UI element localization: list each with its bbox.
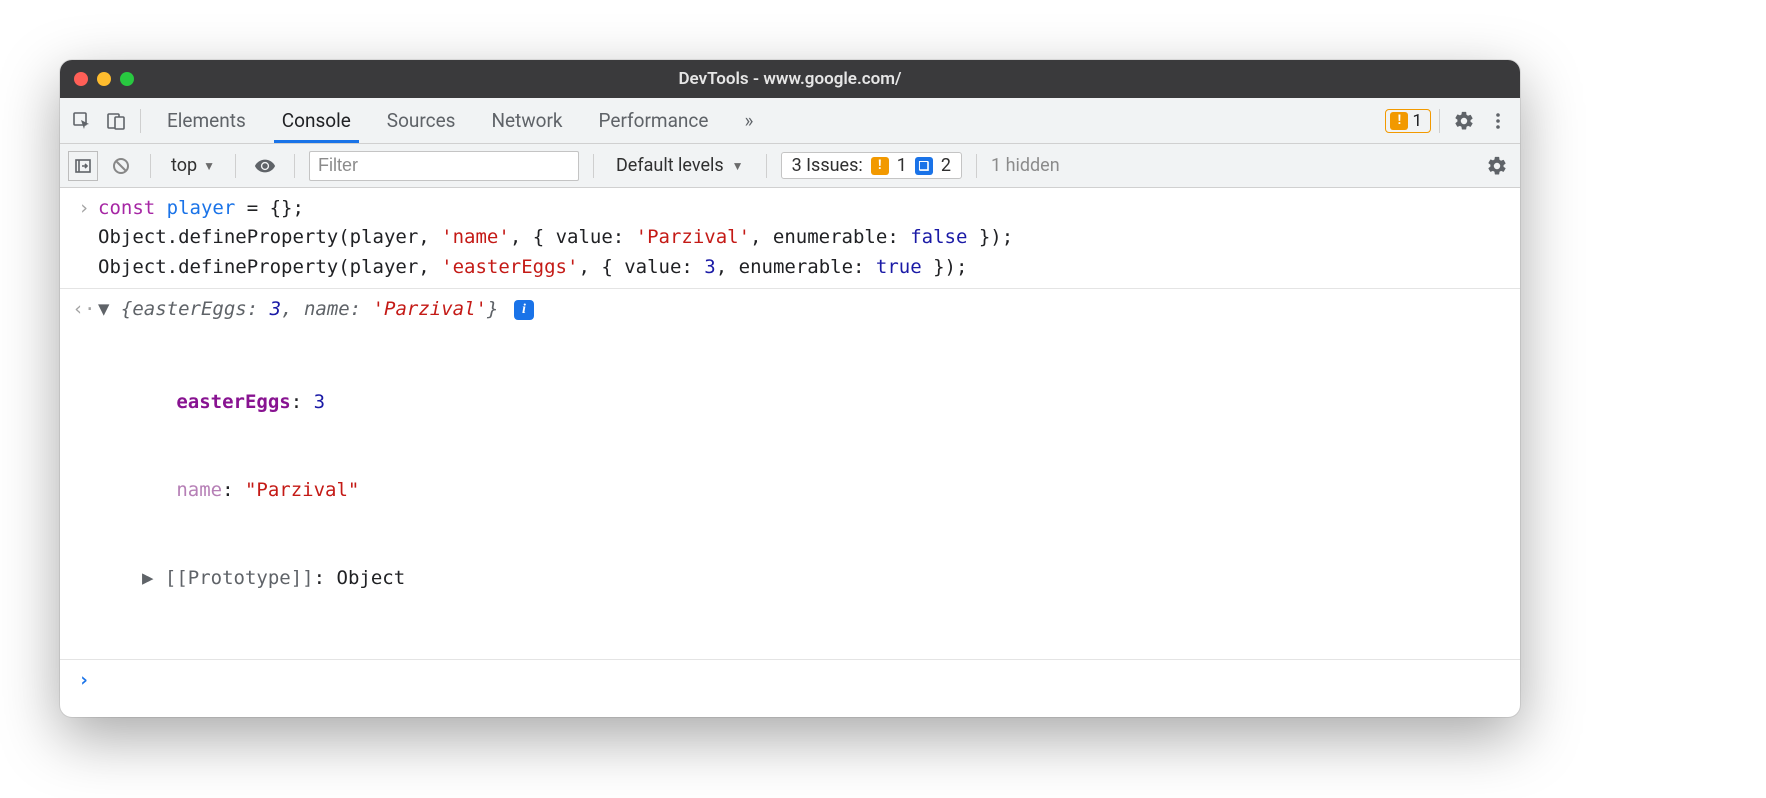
console-input[interactable]: [98, 666, 1510, 695]
tab-performance[interactable]: Performance: [581, 98, 727, 143]
console-result-row: ‹· ▼ {easterEggs: 3, name: 'Parzival'} i: [60, 293, 1520, 326]
property-row[interactable]: easterEggs: 3: [142, 388, 1510, 417]
divider: [140, 109, 141, 133]
traffic-lights: [74, 72, 134, 86]
console-prompt-row[interactable]: ›: [60, 664, 1520, 697]
warnings-badge[interactable]: ! 1: [1385, 109, 1431, 133]
code-block[interactable]: const player = {}; Object.defineProperty…: [98, 194, 1510, 282]
disclosure-triangle-icon[interactable]: ▶: [142, 567, 165, 589]
chevron-down-icon: ▼: [732, 159, 744, 173]
property-row[interactable]: name: "Parzival": [142, 476, 1510, 505]
issues-button[interactable]: 3 Issues: ! 1 ❏ 2: [781, 152, 962, 179]
tab-network[interactable]: Network: [473, 98, 580, 143]
context-selector[interactable]: top ▼: [165, 153, 221, 178]
console-settings-icon[interactable]: [1482, 151, 1512, 181]
divider: [593, 154, 594, 178]
minimize-window-button[interactable]: [97, 72, 111, 86]
live-expression-icon[interactable]: [250, 151, 280, 181]
devtools-window: DevTools - www.google.com/ Elements Cons…: [60, 60, 1520, 717]
context-label: top: [171, 155, 197, 176]
result-icon: ‹·: [70, 295, 98, 324]
issues-info-count: 2: [941, 155, 951, 176]
settings-icon[interactable]: [1448, 105, 1480, 137]
divider: [294, 154, 295, 178]
zoom-window-button[interactable]: [120, 72, 134, 86]
hidden-count: 1 hidden: [991, 155, 1060, 176]
warning-icon: !: [1390, 112, 1408, 130]
tab-sources[interactable]: Sources: [369, 98, 474, 143]
disclosure-triangle-icon[interactable]: ▼: [98, 298, 121, 320]
issues-label: 3 Issues:: [792, 155, 863, 176]
more-tabs-button[interactable]: »: [726, 98, 771, 143]
clear-console-icon[interactable]: [106, 151, 136, 181]
toggle-console-sidebar-icon[interactable]: [68, 151, 98, 181]
expanded-object: easterEggs: 3 name: "Parzival" ▶ [[Proto…: [60, 327, 1520, 655]
divider: [235, 154, 236, 178]
divider: [1439, 109, 1440, 133]
log-levels-selector[interactable]: Default levels ▼: [608, 153, 752, 178]
levels-label: Default levels: [616, 155, 724, 176]
divider: [766, 154, 767, 178]
divider: [976, 154, 977, 178]
info-icon[interactable]: i: [514, 300, 534, 320]
issues-warn-count: 1: [897, 155, 907, 176]
kebab-menu-icon[interactable]: [1482, 105, 1514, 137]
warnings-count: 1: [1412, 111, 1422, 131]
tabbar: Elements Console Sources Network Perform…: [60, 98, 1520, 144]
close-window-button[interactable]: [74, 72, 88, 86]
info-icon: ❏: [915, 157, 933, 175]
device-toolbar-icon[interactable]: [100, 105, 132, 137]
result-preview[interactable]: ▼ {easterEggs: 3, name: 'Parzival'} i: [98, 295, 1510, 324]
warning-icon: !: [871, 157, 889, 175]
inspect-element-icon[interactable]: [66, 105, 98, 137]
console-toolbar: top ▼ Default levels ▼ 3 Issues: ! 1 ❏ 2…: [60, 144, 1520, 188]
prompt-icon: ›: [70, 666, 98, 695]
tab-elements[interactable]: Elements: [149, 98, 264, 143]
tabs: Elements Console Sources Network Perform…: [149, 98, 771, 143]
chevron-down-icon: ▼: [203, 159, 215, 173]
console-output: › const player = {}; Object.defineProper…: [60, 188, 1520, 717]
console-input-row: › const player = {}; Object.defineProper…: [60, 192, 1520, 284]
tab-console[interactable]: Console: [264, 98, 369, 143]
window-title: DevTools - www.google.com/: [60, 69, 1520, 89]
prototype-row[interactable]: ▶ [[Prototype]]: Object: [142, 564, 1510, 593]
titlebar: DevTools - www.google.com/: [60, 60, 1520, 98]
prompt-icon: ›: [70, 194, 98, 282]
divider: [150, 154, 151, 178]
filter-input[interactable]: [309, 151, 579, 181]
